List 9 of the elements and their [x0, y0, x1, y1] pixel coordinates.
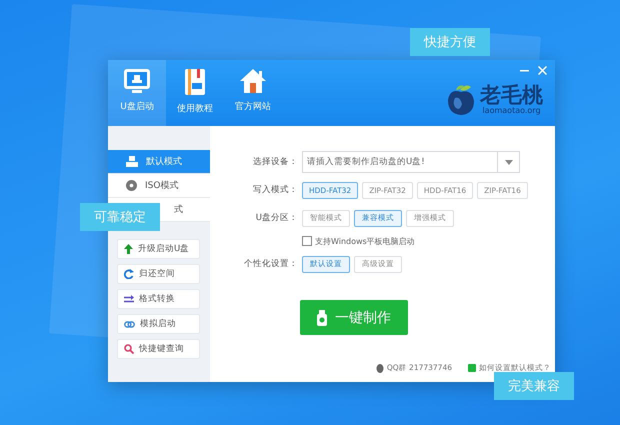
- field-label: U盘分区：: [254, 212, 298, 224]
- field-label: 写入模式：: [252, 184, 298, 196]
- feature-tooltip: 可靠稳定: [80, 203, 160, 231]
- field-label: 个性化设置：: [243, 258, 298, 270]
- feature-tooltip: 快捷方便: [410, 28, 490, 56]
- logo-name: 老毛桃: [480, 85, 543, 106]
- logo-domain: laomaotao.org: [482, 106, 541, 115]
- feature-tooltip: 完美兼容: [494, 372, 574, 400]
- field-label: 选择设备：: [252, 156, 298, 168]
